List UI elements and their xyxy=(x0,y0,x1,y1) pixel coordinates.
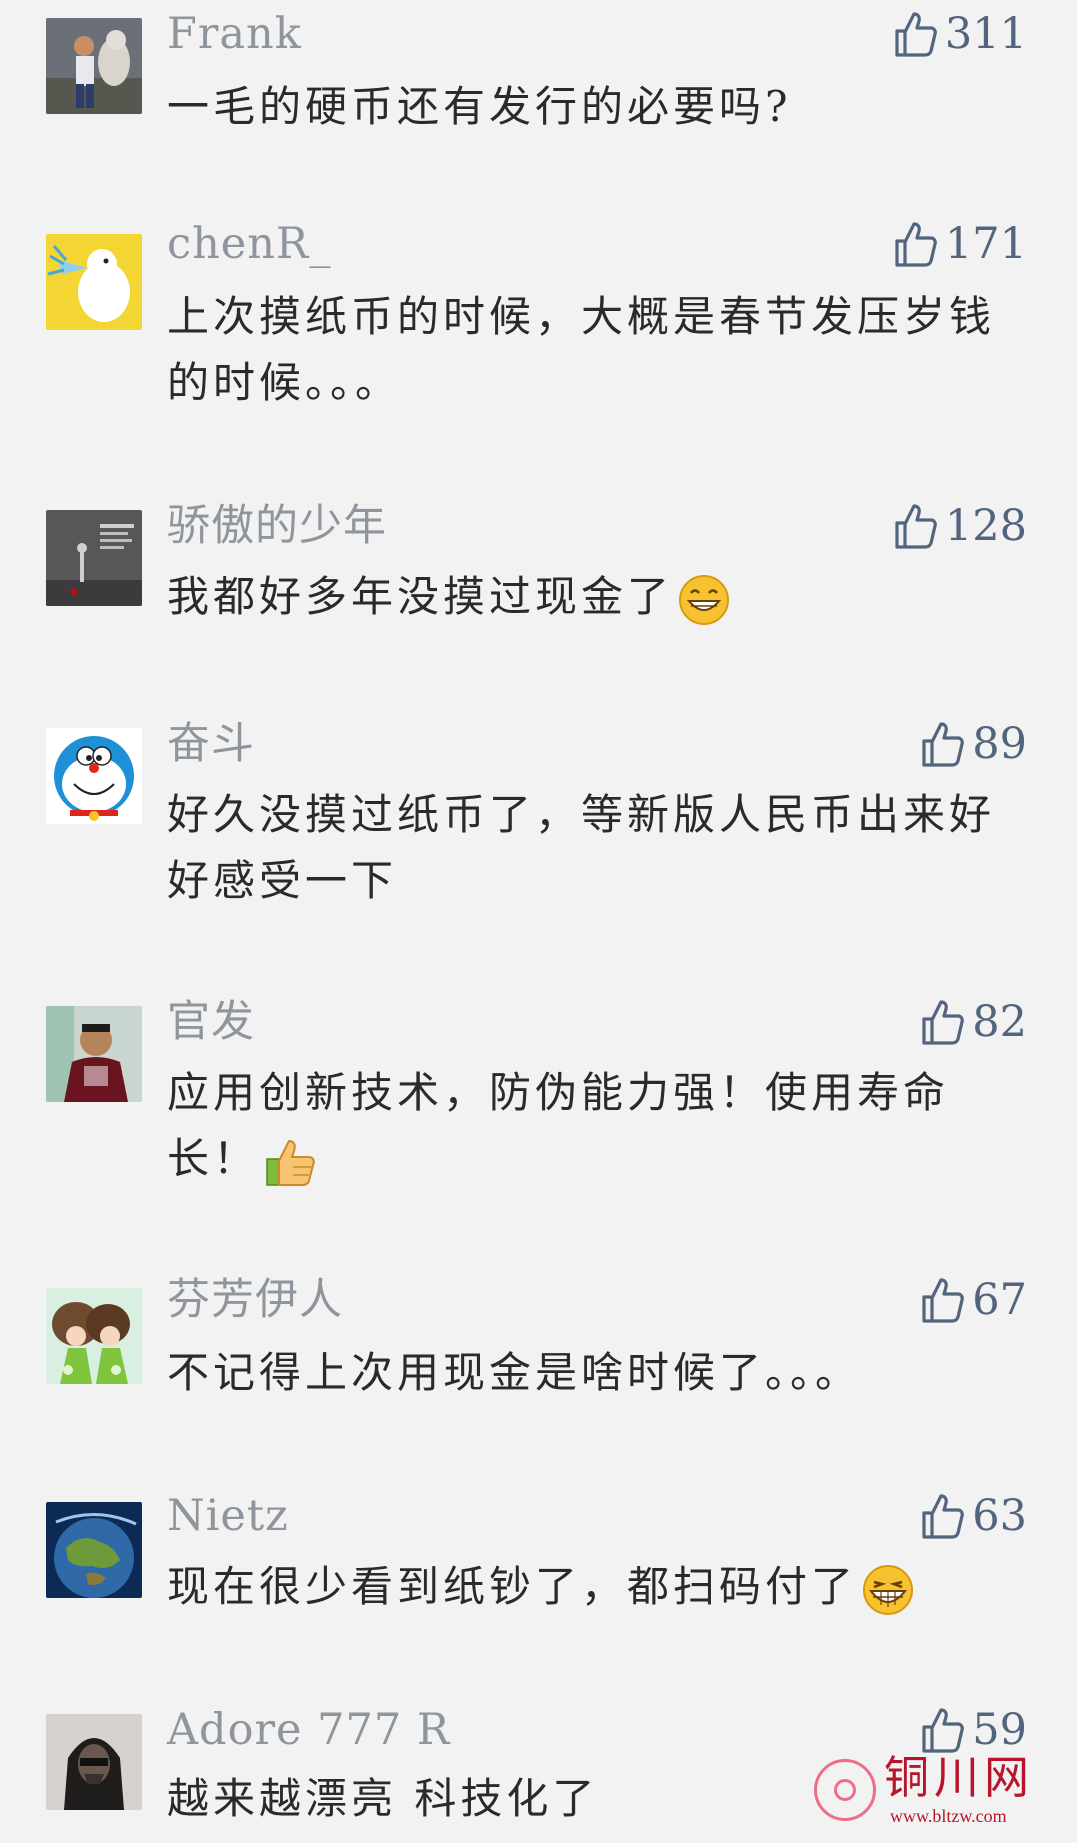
watermark-logo-icon xyxy=(814,1759,876,1821)
avatar[interactable] xyxy=(46,18,142,114)
thumbs-up-outline-icon xyxy=(920,1276,966,1324)
avatar[interactable] xyxy=(46,510,142,606)
watermark-title: 铜川网 xyxy=(884,1751,1035,1804)
thumbs-up-emoji-icon xyxy=(263,1135,317,1189)
like-button[interactable]: 128 xyxy=(893,496,1027,556)
thumbs-up-outline-icon xyxy=(920,998,966,1046)
comment-text: 一毛的硬币还有发行的必要吗? xyxy=(167,74,1017,140)
comment-body: 我都好多年没摸过现金了 xyxy=(167,572,674,621)
like-button[interactable]: 171 xyxy=(893,214,1027,274)
like-button[interactable]: 63 xyxy=(920,1486,1027,1546)
comment-body: 一毛的硬币还有发行的必要吗? xyxy=(167,82,792,131)
username[interactable]: Adore 777 R xyxy=(167,1700,450,1760)
avatar[interactable] xyxy=(46,728,142,824)
like-count: 63 xyxy=(972,1491,1027,1541)
like-count: 82 xyxy=(972,997,1027,1047)
avatar[interactable] xyxy=(46,1714,142,1810)
thumbs-up-outline-icon xyxy=(920,1706,966,1754)
comment-text: 应用创新技术，防伪能力强！使用寿命长！ xyxy=(167,1060,1017,1192)
comment-body: 好久没摸过纸币了，等新版人民币出来好好感受一下 xyxy=(167,790,996,905)
username[interactable]: 官发 xyxy=(167,992,255,1052)
site-watermark: 铜川网 www.bltzw.com xyxy=(810,1749,1065,1835)
like-button[interactable]: 311 xyxy=(893,4,1027,64)
comment-feed: Frank 311 一毛的硬币还有发行的必要吗? chenR_ 171 上次摸纸… xyxy=(0,0,1077,1843)
like-count: 59 xyxy=(972,1705,1027,1755)
like-count: 89 xyxy=(972,719,1027,769)
laugh-emoji-icon xyxy=(861,1563,915,1617)
like-count: 128 xyxy=(944,501,1027,551)
comment-body: 越来越漂亮 科技化了 xyxy=(167,1774,599,1823)
thumbs-up-outline-icon xyxy=(893,220,939,268)
thumbs-up-outline-icon xyxy=(920,720,966,768)
thumbs-up-outline-icon xyxy=(920,1492,966,1540)
avatar[interactable] xyxy=(46,1502,142,1598)
like-count: 67 xyxy=(972,1275,1027,1325)
username[interactable]: Nietz xyxy=(167,1486,289,1546)
username[interactable]: 骄傲的少年 xyxy=(167,496,387,556)
comment-text: 我都好多年没摸过现金了 xyxy=(167,564,1017,630)
like-button[interactable]: 82 xyxy=(920,992,1027,1052)
comment-text: 现在很少看到纸钞了，都扫码付了 xyxy=(167,1554,1017,1620)
thumbs-up-outline-icon xyxy=(893,10,939,58)
grin-emoji-icon xyxy=(677,573,731,627)
comment-body: 现在很少看到纸钞了，都扫码付了 xyxy=(167,1562,858,1611)
avatar[interactable] xyxy=(46,1006,142,1102)
like-button[interactable]: 89 xyxy=(920,714,1027,774)
comment-text: 好久没摸过纸币了，等新版人民币出来好好感受一下 xyxy=(167,782,1017,914)
avatar[interactable] xyxy=(46,1288,142,1384)
username[interactable]: chenR_ xyxy=(167,214,332,274)
thumbs-up-outline-icon xyxy=(893,502,939,550)
username[interactable]: 奋斗 xyxy=(167,714,255,774)
username[interactable]: Frank xyxy=(167,4,302,64)
watermark-url: www.bltzw.com xyxy=(890,1806,1007,1826)
comment-body: 不记得上次用现金是啥时候了。。。 xyxy=(167,1348,862,1397)
like-button[interactable]: 67 xyxy=(920,1270,1027,1330)
like-count: 311 xyxy=(944,9,1027,59)
comment-text: 上次摸纸币的时候，大概是春节发压岁钱的时候。。。 xyxy=(167,284,1017,416)
like-count: 171 xyxy=(944,219,1027,269)
comment-body: 上次摸纸币的时候，大概是春节发压岁钱的时候。。。 xyxy=(167,292,996,407)
avatar[interactable] xyxy=(46,234,142,330)
comment-text: 不记得上次用现金是啥时候了。。。 xyxy=(167,1340,1017,1406)
username[interactable]: 芬芳伊人 xyxy=(167,1270,343,1330)
